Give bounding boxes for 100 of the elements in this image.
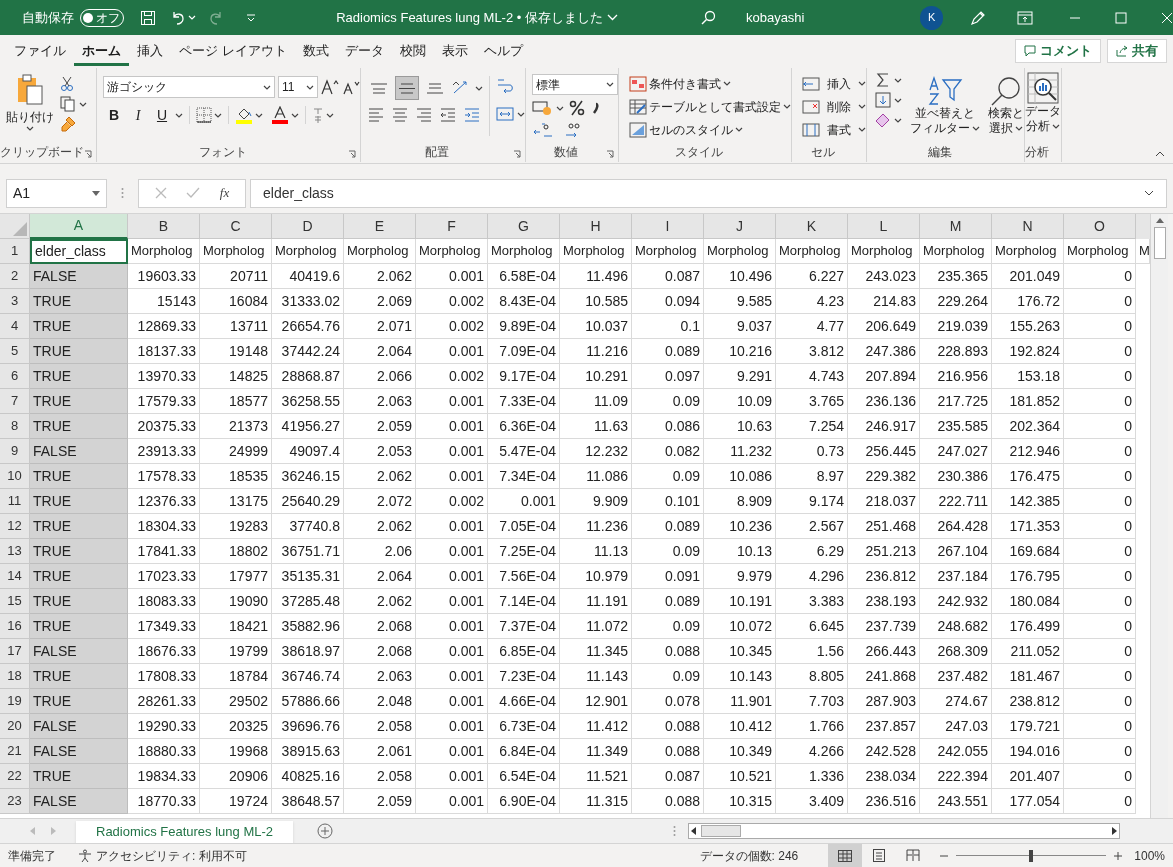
caret-icon[interactable] [783, 104, 791, 109]
row-header[interactable]: 21 [0, 739, 30, 764]
caret-icon[interactable] [858, 81, 866, 86]
fill-color-icon[interactable] [235, 106, 253, 124]
caret-icon[interactable] [894, 117, 902, 123]
cells-menu-item[interactable]: 書式 [802, 118, 866, 141]
column-header[interactable]: A [30, 214, 128, 239]
increase-decimal-icon[interactable] [532, 121, 554, 139]
ribbon-tab[interactable]: 表示 [433, 38, 476, 66]
sheet-tab[interactable]: Radiomics Features lung ML-2 [76, 820, 294, 845]
caret-icon[interactable] [263, 84, 271, 90]
row-header[interactable]: 13 [0, 539, 30, 564]
scrollbar-thumb[interactable] [701, 825, 742, 837]
row-header[interactable]: 8 [0, 414, 30, 439]
caret-icon[interactable] [1052, 124, 1060, 129]
formula-field[interactable]: elder_class [250, 178, 1167, 208]
cells-menu-item[interactable]: 挿入 [802, 72, 866, 95]
styles-menu-item[interactable]: テーブルとして書式設定 [629, 95, 791, 118]
row-header[interactable]: 3 [0, 289, 30, 314]
copy-icon[interactable] [60, 96, 76, 112]
ribbon-tab[interactable]: ファイル [6, 38, 74, 66]
vertical-scrollbar[interactable] [1150, 214, 1168, 818]
caret-icon[interactable] [894, 97, 902, 103]
row-header[interactable]: 14 [0, 564, 30, 589]
caret-icon[interactable] [858, 127, 866, 132]
data-analysis-button[interactable]: データ 分析 [1025, 68, 1061, 142]
share-button[interactable]: 共有 [1107, 39, 1167, 63]
row-header[interactable]: 5 [0, 339, 30, 364]
underline-button[interactable]: U [151, 104, 173, 126]
caret-icon[interactable] [291, 112, 299, 118]
caret-icon[interactable] [92, 190, 100, 196]
format-painter-icon[interactable] [60, 116, 76, 132]
font-color-icon[interactable] [271, 106, 289, 124]
comment-button[interactable]: コメント [1015, 39, 1101, 63]
row-header[interactable]: 15 [0, 589, 30, 614]
collapse-ribbon-icon[interactable] [1155, 151, 1165, 157]
increase-font-size-icon[interactable] [321, 79, 339, 95]
caret-icon[interactable] [1015, 126, 1023, 131]
ribbon-tab[interactable]: データ [336, 38, 392, 66]
decrease-font-size-icon[interactable] [342, 79, 360, 95]
zoom-slider[interactable] [956, 848, 1107, 863]
sum-icon[interactable] [875, 72, 891, 88]
dialog-launcher-icon[interactable] [606, 150, 614, 158]
chevron-down-icon[interactable] [606, 14, 618, 21]
fill-icon[interactable] [875, 92, 891, 108]
row-header[interactable]: 20 [0, 714, 30, 739]
eraser-icon[interactable] [875, 112, 891, 128]
cells-menu-item[interactable]: 削除 [802, 95, 866, 118]
comma-style-icon[interactable] [590, 100, 600, 116]
normal-view-button[interactable] [828, 843, 863, 867]
row-header[interactable]: 9 [0, 439, 30, 464]
dialog-launcher-icon[interactable] [348, 150, 356, 158]
merge-center-icon[interactable] [496, 106, 514, 122]
row-header[interactable]: 12 [0, 514, 30, 539]
scrollbar-thumb[interactable] [1153, 227, 1166, 259]
caret-icon[interactable] [306, 84, 314, 90]
row-header[interactable]: 17 [0, 639, 30, 664]
close-icon[interactable] [1161, 11, 1173, 24]
dialog-launcher-icon[interactable] [84, 150, 92, 158]
caret-icon[interactable] [556, 105, 564, 111]
ribbon-display-icon[interactable] [1017, 10, 1033, 25]
caret-icon[interactable] [26, 126, 34, 131]
number-format-field[interactable]: 標準 [532, 74, 618, 95]
font-name-field[interactable]: 游ゴシック [103, 76, 275, 98]
ribbon-tab[interactable]: ヘルプ [475, 38, 531, 66]
find-select-button[interactable]: 検索と 選択 [988, 72, 1024, 142]
ribbon-tab[interactable]: 校閲 [391, 38, 434, 66]
row-header[interactable]: 22 [0, 764, 30, 789]
bold-button[interactable]: B [103, 104, 125, 126]
accessibility-status[interactable]: アクセシビリティ: 利用不可 [78, 846, 247, 865]
caret-icon[interactable] [972, 126, 980, 131]
expand-icon[interactable] [1144, 190, 1154, 196]
zoom-level[interactable]: 100% [1134, 846, 1165, 865]
paste-button[interactable]: 貼り付け [8, 74, 52, 142]
maximize-icon[interactable] [1115, 11, 1127, 24]
row-header[interactable]: 2 [0, 264, 30, 289]
row-header[interactable]: 7 [0, 389, 30, 414]
user-avatar[interactable]: K [920, 5, 943, 30]
row-header[interactable]: 1 [0, 239, 30, 264]
font-size-field[interactable]: 11 [278, 76, 318, 98]
caret-icon[interactable] [517, 111, 525, 117]
undo-icon[interactable] [170, 9, 187, 26]
row-header[interactable]: 11 [0, 489, 30, 514]
customize-icon[interactable] [246, 13, 257, 22]
caret-icon[interactable] [326, 112, 334, 118]
styles-menu-item[interactable]: セルのスタイル [629, 118, 791, 141]
caret-icon[interactable] [79, 101, 87, 107]
ribbon-tab[interactable]: ページ レイアウト [171, 38, 295, 66]
ribbon-tab[interactable]: 数式 [294, 38, 337, 66]
italic-button[interactable]: I [127, 104, 149, 126]
caret-icon[interactable] [723, 81, 731, 86]
row-header[interactable]: 10 [0, 464, 30, 489]
styles-menu-item[interactable]: 条件付き書式 [629, 72, 791, 95]
caret-icon[interactable] [475, 85, 483, 91]
ribbon-tab[interactable]: 挿入 [129, 38, 171, 66]
name-box[interactable]: A1 [6, 178, 107, 208]
horizontal-scrollbar[interactable] [688, 823, 1121, 839]
caret-icon[interactable] [175, 112, 183, 118]
row-header[interactable]: 23 [0, 789, 30, 814]
row-header[interactable]: 6 [0, 364, 30, 389]
